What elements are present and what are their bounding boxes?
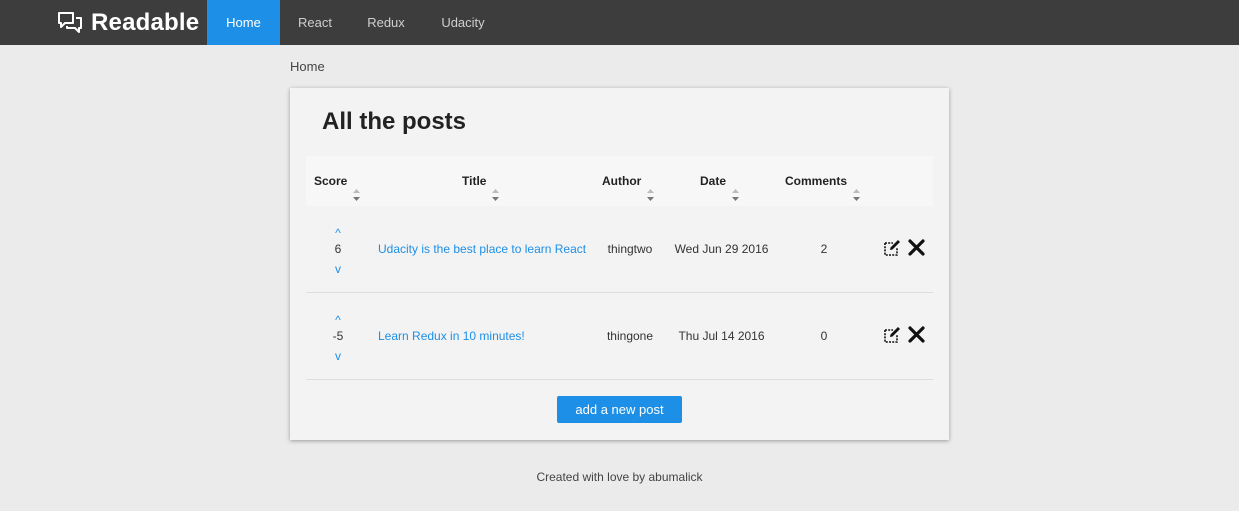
nav-item-udacity[interactable]: Udacity: [422, 0, 504, 45]
post-score: -5: [332, 329, 344, 343]
column-header-comments[interactable]: Comments: [785, 156, 861, 206]
column-header-label: Date: [700, 174, 727, 188]
column-header-label: Score: [314, 174, 348, 188]
post-date: Wed Jun 29 2016: [674, 242, 769, 256]
row-actions: [884, 324, 925, 344]
footer-credit: Created with love by abumalick: [536, 470, 703, 484]
column-header-author[interactable]: Author: [602, 156, 655, 206]
post-title-link[interactable]: Learn Redux in 10 minutes!: [378, 293, 525, 380]
nav-item-redux[interactable]: Redux: [350, 0, 422, 45]
sort-icon: [491, 173, 500, 201]
breadcrumb: Home: [290, 59, 325, 74]
column-header-title[interactable]: Title: [462, 156, 500, 206]
post-author: thingone: [606, 329, 654, 343]
close-icon[interactable]: [908, 325, 925, 343]
brand-name: Readable: [91, 8, 200, 36]
sort-icon: [352, 173, 361, 201]
downvote-button[interactable]: v: [322, 349, 354, 363]
vote-control: ^ 6 v: [322, 206, 354, 293]
post-score: 6: [334, 242, 342, 256]
row-actions: [884, 237, 925, 257]
edit-icon[interactable]: [884, 239, 901, 256]
post-comment-count: 0: [820, 329, 828, 343]
table-row: ^ -5 v Learn Redux in 10 minutes! thingo…: [306, 293, 933, 380]
sort-icon: [731, 173, 740, 201]
sort-icon: [646, 173, 655, 201]
navbar: Readable Home React Redux Udacity: [0, 0, 1239, 45]
posts-card: All the posts Score Title Author Date Co…: [290, 88, 949, 440]
post-comment-count: 2: [820, 242, 828, 256]
nav-item-react[interactable]: React: [280, 0, 350, 45]
chat-bubbles-icon: [57, 10, 83, 36]
add-post-button[interactable]: add a new post: [557, 396, 682, 423]
edit-icon[interactable]: [884, 326, 901, 343]
page-title: All the posts: [322, 108, 467, 135]
table-header: Score Title Author Date Comments: [306, 156, 933, 206]
post-date: Thu Jul 14 2016: [678, 329, 765, 343]
post-author: thingtwo: [607, 242, 653, 256]
column-header-date[interactable]: Date: [700, 156, 740, 206]
brand-link[interactable]: Readable: [57, 0, 199, 45]
post-title-link[interactable]: Udacity is the best place to learn React: [378, 206, 586, 293]
column-header-score[interactable]: Score: [314, 156, 361, 206]
downvote-button[interactable]: v: [322, 262, 354, 276]
table-row: ^ 6 v Udacity is the best place to learn…: [306, 206, 933, 293]
close-icon[interactable]: [908, 238, 925, 256]
nav-item-home[interactable]: Home: [207, 0, 280, 45]
upvote-button[interactable]: ^: [322, 226, 354, 240]
vote-control: ^ -5 v: [322, 293, 354, 380]
sort-icon: [852, 173, 861, 201]
column-header-label: Title: [462, 174, 487, 188]
column-header-label: Author: [602, 174, 642, 188]
column-header-label: Comments: [785, 174, 848, 188]
upvote-button[interactable]: ^: [322, 313, 354, 327]
